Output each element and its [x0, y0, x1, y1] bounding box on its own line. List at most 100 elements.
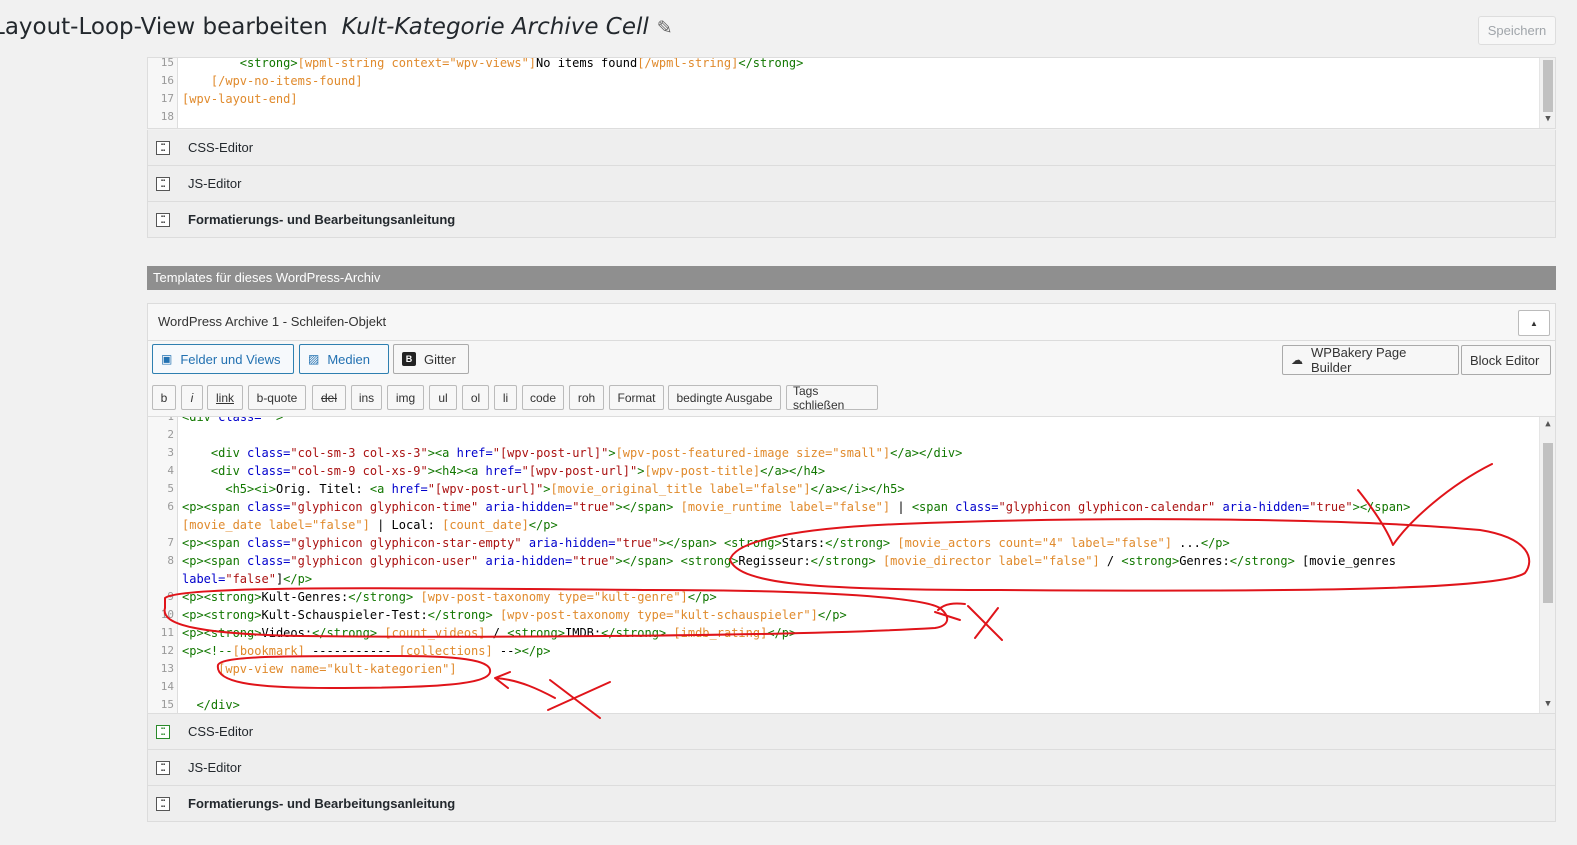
page-title: Layout-Loop-View bearbeiten Kult-Kategori…	[0, 14, 673, 40]
divider	[148, 340, 1555, 341]
button-label: WPBakery Page Builder	[1311, 345, 1407, 375]
media-button[interactable]: ▨ Medien	[299, 344, 389, 374]
quicktag-button-li[interactable]: li	[494, 385, 517, 410]
scroll-down-arrow[interactable]: ▼	[1540, 114, 1555, 124]
panel-label: JS-Editor	[188, 760, 242, 775]
line-number: 16	[160, 74, 174, 87]
collapse-button[interactable]: ▲	[1518, 310, 1550, 336]
line-number: 12	[160, 644, 174, 657]
js-editor-panel-top[interactable]: ▪▪ ▪▪ JS-Editor	[147, 166, 1556, 202]
line-number: 6	[167, 500, 174, 513]
panel-label: JS-Editor	[188, 176, 242, 191]
code-panel-icon: ▪▪ ▪▪	[156, 212, 170, 227]
quicktag-button-bedingte-ausgabe[interactable]: bedingte Ausgabe	[668, 385, 781, 410]
line-number: 17	[160, 92, 174, 105]
button-label: Medien	[327, 351, 370, 367]
quicktag-button-roh[interactable]: roh	[569, 385, 604, 410]
code-line: <div class="">	[182, 416, 284, 424]
quicktag-button-code[interactable]: code	[522, 385, 564, 410]
line-number: 8	[167, 554, 174, 567]
quicktag-button-del[interactable]: del	[312, 385, 346, 410]
line-number: 9	[167, 590, 174, 603]
quicktag-button-img[interactable]: img	[387, 385, 424, 410]
code-line: <div class="col-sm-3 col-xs-3"><a href="…	[210, 446, 963, 460]
code-panel-icon: ▪▪ ▪▪	[156, 760, 170, 775]
code-line: [movie_date label="false"] | Local: [cou…	[182, 518, 558, 532]
wpbakery-icon: ☁	[1291, 353, 1303, 367]
code-line: <p><!--[bookmark] ----------- [collectio…	[182, 644, 551, 658]
line-number: 10	[160, 608, 174, 621]
page-title-text: Layout-Loop-View bearbeiten	[0, 14, 328, 40]
scrollbar-thumb[interactable]	[1543, 60, 1553, 112]
help-panel-top[interactable]: ▪▪ ▪▪ Formatierungs- und Bearbeitungsanle…	[147, 202, 1556, 238]
line-number: 14	[160, 680, 174, 693]
quicktag-button-i[interactable]: i	[181, 385, 203, 410]
button-label: Gitter	[424, 351, 456, 367]
bootstrap-icon: B	[402, 352, 416, 366]
quicktag-button-b-quote[interactable]: b-quote	[248, 385, 306, 410]
editor-scrollbar[interactable]: ▲ ▼	[1539, 417, 1555, 713]
fields-and-views-button[interactable]: ▣ Felder und Views	[152, 344, 294, 374]
code-line: <p><span class="glyphicon glyphicon-user…	[182, 554, 1396, 568]
line-number	[148, 570, 174, 588]
image-icon: ▨	[308, 352, 320, 366]
scroll-up-arrow[interactable]: ▲	[1540, 419, 1555, 429]
code-panel-icon: ▪▪ ▪▪	[156, 140, 170, 155]
code-line: [/wpv-no-items-found]	[210, 74, 363, 88]
archive-template-title: WordPress Archive 1 - Schleifen-Objekt	[158, 314, 387, 329]
button-label: Felder und Views	[180, 351, 281, 367]
loop-code-editor[interactable]: 15 <strong>[wpml-string context="wpv-vie…	[147, 57, 1556, 129]
code-line: <p><span class="glyphicon glyphicon-star…	[182, 536, 1230, 550]
layout-loop-editor-screen: { "header": { "title": "Layout-Loop-View…	[0, 0, 1577, 845]
quicktag-button-link[interactable]: link	[207, 385, 243, 410]
quicktag-button-b[interactable]: b	[152, 385, 176, 410]
code-panel-icon: ▪▪ ▪▪	[156, 796, 170, 811]
line-number: 18	[160, 110, 174, 123]
pencil-icon[interactable]: ✎	[657, 17, 673, 39]
scroll-down-arrow[interactable]: ▼	[1540, 699, 1555, 709]
panel-label: CSS-Editor	[188, 140, 254, 155]
code-line: <p><strong>Kult-Schauspieler-Test:</stro…	[182, 608, 847, 622]
code-line: <strong>[wpml-string context="wpv-views"…	[239, 57, 804, 70]
quicktag-button-ol[interactable]: ol	[462, 385, 489, 410]
code-line: [wpv-layout-end]	[182, 92, 298, 106]
code-line: [wpv-view name="kult-kategorien"]	[218, 662, 457, 676]
line-number: 5	[167, 482, 174, 495]
view-name: Kult-Kategorie Archive Cell	[341, 14, 649, 40]
code-line: <p><strong>Kult-Genres:</strong> [wpv-po…	[182, 590, 717, 604]
archive-code-editor[interactable]: 1 <div class=""> 2 3 <div class="col-sm-3 c…	[147, 416, 1556, 714]
line-number: 7	[167, 536, 174, 549]
scrollbar-thumb[interactable]	[1543, 443, 1553, 603]
css-editor-panel-bottom[interactable]: ▪▪ ▪▪ CSS-Editor	[147, 714, 1556, 750]
code-line: </div>	[196, 698, 240, 712]
block-editor-button[interactable]: Block Editor	[1461, 345, 1551, 375]
plugin-icon: ▣	[161, 352, 173, 366]
quicktag-button-ins[interactable]: ins	[351, 385, 382, 410]
code-panel-icon: ▪▪ ▪▪	[156, 176, 170, 191]
code-line: <div class="col-sm-9 col-xs-9"><h4><a hr…	[210, 464, 826, 478]
code-panel-icon: ▪▪ ▪▪	[156, 724, 170, 739]
js-editor-panel-bottom[interactable]: ▪▪ ▪▪ JS-Editor	[147, 750, 1556, 786]
line-number: 13	[160, 662, 174, 675]
quicktag-button-tags-schlie-en[interactable]: Tags schließen	[786, 384, 878, 412]
quicktag-button-ul[interactable]: ul	[429, 385, 457, 410]
editor-scrollbar[interactable]: ▼	[1539, 58, 1555, 128]
line-number	[148, 516, 174, 534]
grid-button[interactable]: B Gitter	[393, 344, 469, 374]
panel-label: CSS-Editor	[188, 724, 254, 739]
code-line: label="false"]</p>	[182, 572, 313, 586]
panel-label: Formatierungs- und Bearbeitungsanleitung	[188, 796, 456, 811]
save-button[interactable]: Speichern	[1478, 16, 1556, 45]
line-number: 1	[167, 416, 174, 423]
line-number: 3	[167, 446, 174, 459]
wpbakery-button[interactable]: ☁ WPBakery Page Builder	[1282, 345, 1459, 375]
code-line: <p><span class="glyphicon glyphicon-time…	[182, 500, 1411, 514]
css-editor-panel-top[interactable]: ▪▪ ▪▪ CSS-Editor	[147, 130, 1556, 166]
templates-section-header: Templates für dieses WordPress-Archiv	[147, 266, 1556, 290]
line-number: 15	[160, 57, 174, 69]
caret-up-icon: ▲	[1530, 318, 1538, 328]
help-panel-bottom[interactable]: ▪▪ ▪▪ Formatierungs- und Bearbeitungsanle…	[147, 786, 1556, 822]
code-line: <h5><i>Orig. Titel: <a href="[wpv-post-u…	[225, 482, 905, 496]
line-number: 4	[167, 464, 174, 477]
quicktag-button-format[interactable]: Format	[609, 385, 664, 410]
